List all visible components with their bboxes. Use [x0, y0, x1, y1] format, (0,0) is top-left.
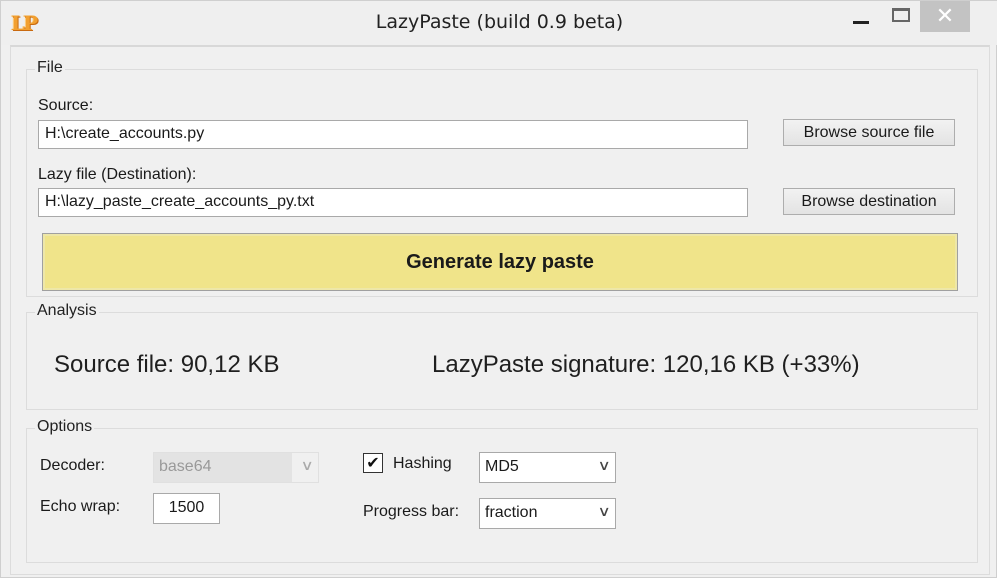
- destination-label: Lazy file (Destination):: [38, 166, 197, 183]
- client-area: File Source: H:\create_accounts.py Brows…: [10, 45, 990, 575]
- browse-source-button[interactable]: Browse source file: [783, 119, 955, 146]
- close-button[interactable]: ✕: [920, 1, 970, 32]
- source-file-size: Source file: 90,12 KB: [54, 351, 280, 378]
- decoder-select[interactable]: base64 ∨: [153, 452, 319, 483]
- analysis-groupbox: Analysis Source file: 90,12 KB LazyPaste…: [26, 302, 978, 410]
- analysis-group-legend: Analysis: [35, 302, 99, 320]
- hashing-algorithm-value: MD5: [485, 458, 519, 475]
- progress-bar-value: fraction: [485, 504, 538, 521]
- source-path-input[interactable]: H:\create_accounts.py: [38, 120, 748, 149]
- chevron-down-icon: ∨: [597, 504, 611, 520]
- chevron-down-icon: ∨: [300, 458, 314, 474]
- close-icon: ✕: [935, 3, 955, 29]
- options-groupbox: Options Decoder: base64 ∨ Echo wrap: 150…: [26, 418, 978, 563]
- options-group-legend: Options: [35, 418, 95, 436]
- maximize-button[interactable]: [881, 1, 921, 33]
- progress-bar-label: Progress bar:: [363, 503, 460, 520]
- file-groupbox: File Source: H:\create_accounts.py Brows…: [26, 59, 978, 297]
- decoder-label: Decoder:: [40, 457, 105, 474]
- echo-wrap-label: Echo wrap:: [40, 498, 121, 515]
- browse-destination-button[interactable]: Browse destination: [783, 188, 955, 215]
- lazypaste-window: LP LazyPaste (build 0.9 beta) ✕ File Sou…: [0, 0, 997, 578]
- source-label: Source:: [38, 97, 94, 114]
- chevron-down-icon: ∨: [597, 458, 611, 474]
- hashing-algorithm-select[interactable]: MD5 ∨: [479, 452, 616, 483]
- minimize-icon: [853, 20, 869, 24]
- destination-path-input[interactable]: H:\lazy_paste_create_accounts_py.txt: [38, 188, 748, 217]
- title-bar[interactable]: LP LazyPaste (build 0.9 beta) ✕: [1, 1, 997, 45]
- signature-size: LazyPaste signature: 120,16 KB (+33%): [432, 351, 860, 378]
- maximize-icon: [892, 8, 910, 22]
- generate-lazy-paste-button[interactable]: Generate lazy paste: [42, 233, 958, 291]
- progress-bar-select[interactable]: fraction ∨: [479, 498, 616, 529]
- hashing-checkbox[interactable]: ✔: [363, 453, 383, 473]
- checkmark-icon: ✔: [366, 453, 380, 472]
- minimize-button[interactable]: [841, 1, 881, 33]
- hashing-label[interactable]: Hashing: [393, 455, 452, 473]
- file-group-legend: File: [35, 59, 65, 77]
- decoder-value: base64: [159, 458, 212, 475]
- echo-wrap-input[interactable]: 1500: [153, 493, 220, 524]
